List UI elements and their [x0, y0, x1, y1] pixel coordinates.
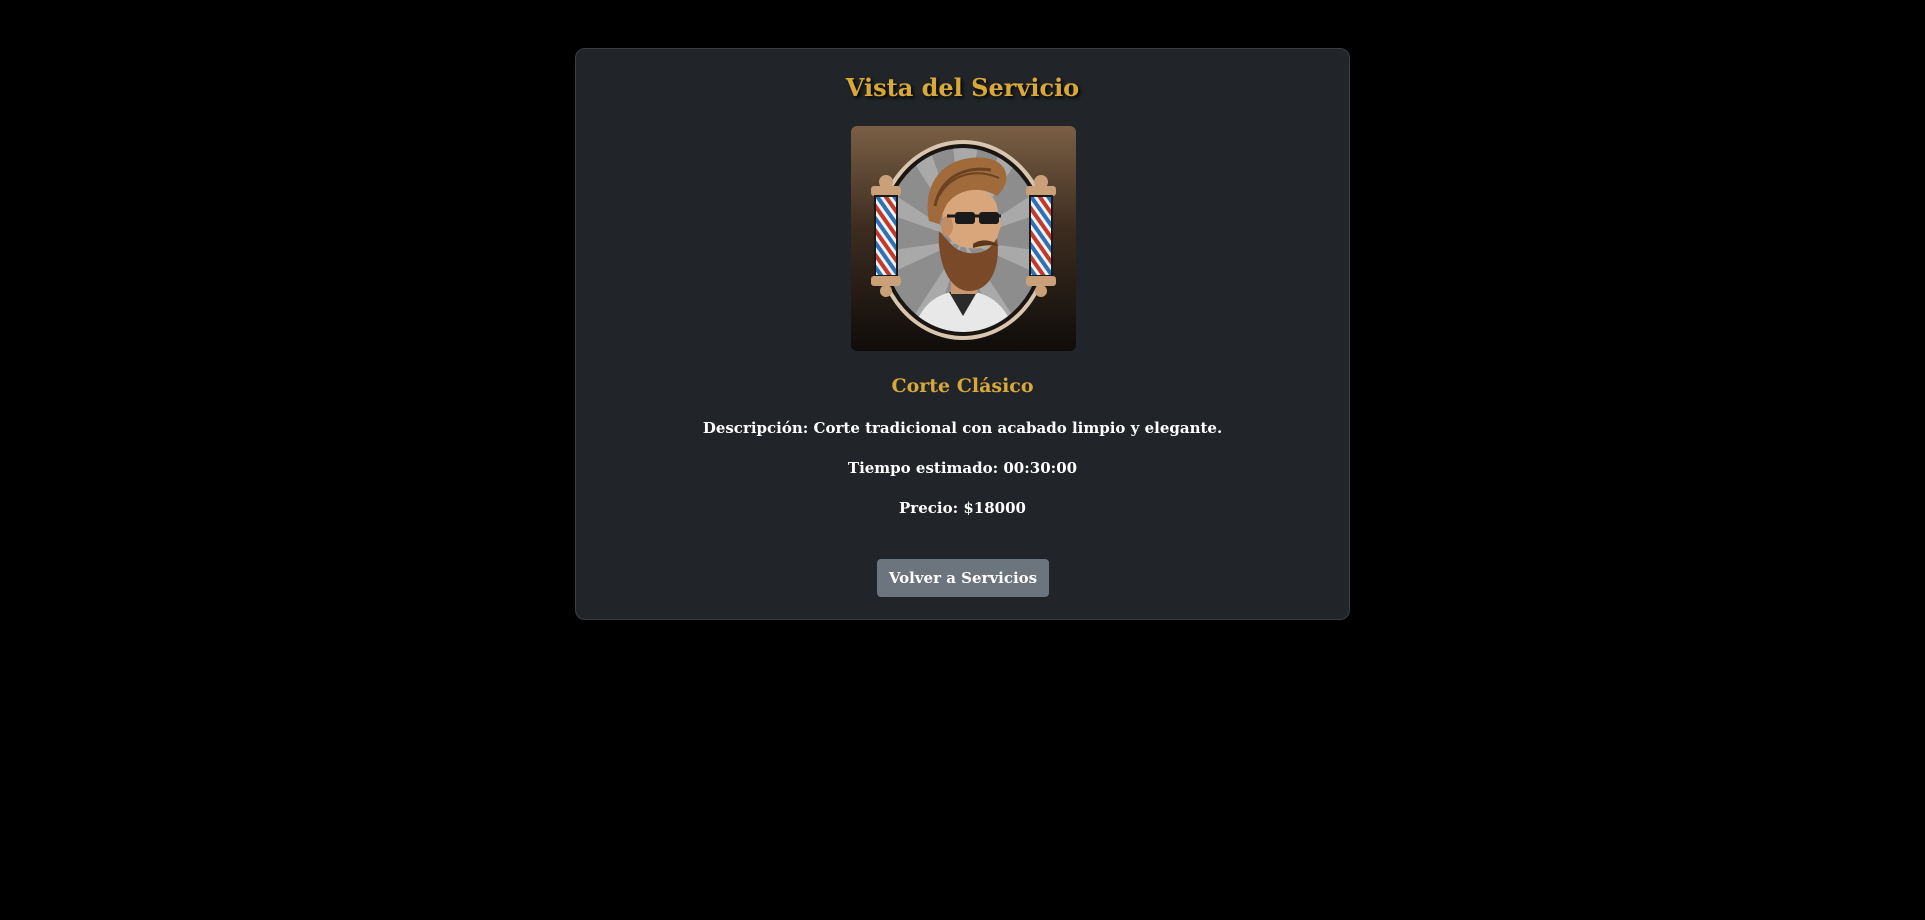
barber-pole-left	[871, 175, 901, 297]
page-title: Vista del Servicio	[845, 73, 1080, 102]
barber-pole-right	[1026, 175, 1056, 297]
service-image	[851, 126, 1076, 351]
price-label: Precio:	[899, 499, 959, 517]
service-time: Tiempo estimado: 00:30:00	[576, 459, 1349, 477]
service-price: Precio: $18000	[576, 499, 1349, 517]
back-to-services-button[interactable]: Volver a Servicios	[877, 559, 1049, 597]
service-card: Vista del Servicio Corte Clásico Descrip…	[575, 48, 1350, 620]
barber-logo-icon	[871, 140, 1056, 340]
price-value: $18000	[963, 499, 1026, 517]
time-value: 00:30:00	[1003, 459, 1078, 477]
time-label: Tiempo estimado:	[847, 459, 999, 477]
description-value: Corte tradicional con acabado limpio y e…	[813, 419, 1223, 437]
description-label: Descripción:	[702, 419, 809, 437]
service-description: Descripción: Corte tradicional con acaba…	[576, 419, 1349, 437]
service-name: Corte Clásico	[891, 375, 1034, 397]
